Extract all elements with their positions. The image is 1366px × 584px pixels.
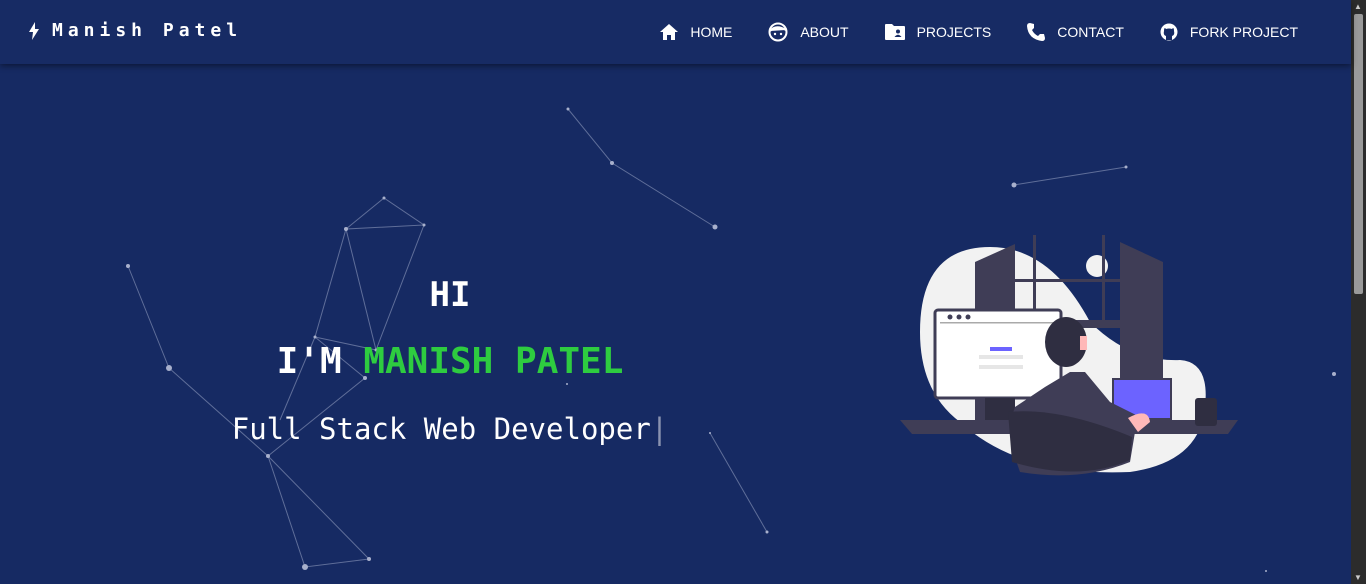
nav-contact-label: CONTACT xyxy=(1057,24,1124,40)
nav-projects-label: PROJECTS xyxy=(916,24,992,40)
brand-name: Manish Patel xyxy=(52,20,243,41)
face-icon xyxy=(768,22,788,42)
github-icon xyxy=(1160,23,1178,41)
typing-cursor: | xyxy=(650,412,669,446)
nav-home[interactable]: HOME xyxy=(660,24,732,40)
hero-greeting: HI xyxy=(429,275,471,315)
hero-intro: I'M MANISH PATEL xyxy=(0,341,900,382)
developer-illustration xyxy=(900,235,1238,476)
nav-menu: HOME ABOUT PROJECTS CONTACT FORK PROJECT xyxy=(624,0,1298,64)
nav-about-label: ABOUT xyxy=(800,24,849,40)
nav-home-label: HOME xyxy=(690,24,733,40)
vertical-scrollbar[interactable]: ▲ ▼ xyxy=(1351,0,1366,584)
bolt-icon xyxy=(29,21,39,40)
scroll-up-icon[interactable]: ▲ xyxy=(1354,2,1362,11)
hero-intro-prefix: I'M xyxy=(276,341,342,382)
folder-shared-icon xyxy=(884,24,905,40)
hero-role: Full Stack Web Developer| xyxy=(0,412,900,446)
brand-logo[interactable]: Manish Patel xyxy=(28,20,242,41)
nav-fork-label: FORK PROJECT xyxy=(1189,24,1298,40)
nav-contact[interactable]: CONTACT xyxy=(1027,23,1124,41)
nav-fork-project[interactable]: FORK PROJECT xyxy=(1160,23,1298,41)
nav-about[interactable]: ABOUT xyxy=(768,22,849,42)
nav-projects[interactable]: PROJECTS xyxy=(884,24,992,40)
hero-name: MANISH PATEL xyxy=(363,341,624,382)
hero-role-text: Full Stack Web Developer xyxy=(231,412,651,446)
home-icon xyxy=(660,24,679,40)
navbar: Manish Patel HOME ABOUT PROJECTS CONTACT… xyxy=(0,0,1351,64)
scroll-down-icon[interactable]: ▼ xyxy=(1354,573,1362,582)
phone-icon xyxy=(1027,23,1046,41)
scrollbar-thumb[interactable] xyxy=(1354,14,1363,294)
